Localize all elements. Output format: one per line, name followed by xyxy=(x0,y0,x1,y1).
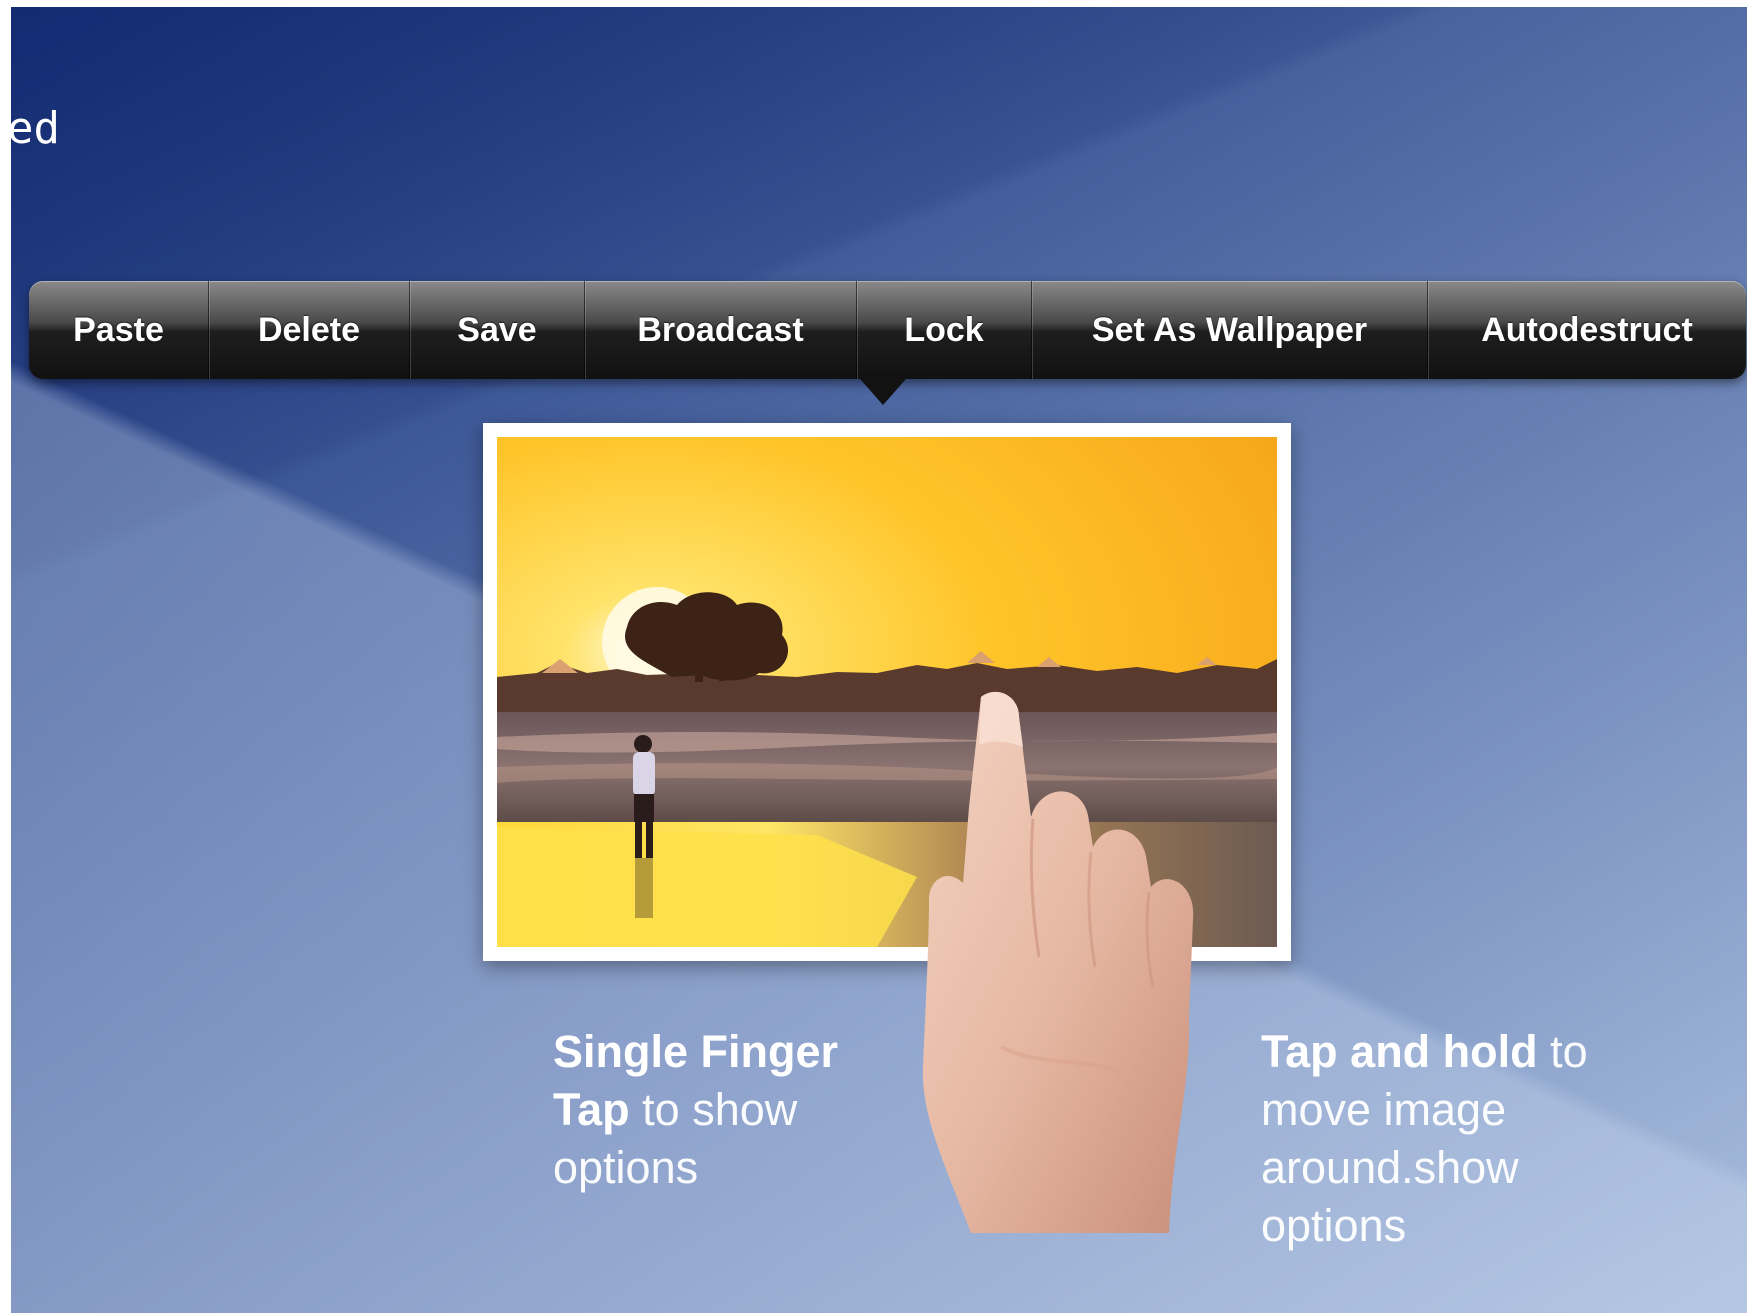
menu-item-lock[interactable]: Lock xyxy=(857,281,1032,379)
screen-background: ed Paste Delete Save Broadcast Lock Set … xyxy=(11,7,1747,1313)
caption-left-bold-1: Single Finger xyxy=(553,1026,839,1077)
caption-right-text-3: around.show xyxy=(1261,1142,1519,1193)
menu-item-paste[interactable]: Paste xyxy=(29,281,209,379)
pointing-hand-image xyxy=(922,691,1194,1233)
caption-single-finger-tap: Single Finger Tap to show options xyxy=(553,1023,953,1197)
menu-item-broadcast[interactable]: Broadcast xyxy=(585,281,857,379)
context-menu-bar: Paste Delete Save Broadcast Lock Set As … xyxy=(29,281,1746,379)
caption-tap-and-hold: Tap and hold to move image around.show o… xyxy=(1261,1023,1681,1255)
caption-right-text-4: options xyxy=(1261,1200,1407,1251)
caption-left-bold-2: Tap xyxy=(553,1084,630,1135)
caption-left-text-2: options xyxy=(553,1142,699,1193)
menu-item-save[interactable]: Save xyxy=(410,281,585,379)
menu-item-delete[interactable]: Delete xyxy=(209,281,410,379)
partial-title-text: ed xyxy=(11,103,60,154)
caption-left-text-1: to show xyxy=(629,1084,798,1135)
caption-right-bold-1: Tap and hold xyxy=(1261,1026,1538,1077)
menu-item-set-as-wallpaper[interactable]: Set As Wallpaper xyxy=(1032,281,1428,379)
caption-right-text-2: move image xyxy=(1261,1084,1507,1135)
menu-item-autodestruct[interactable]: Autodestruct xyxy=(1428,281,1746,379)
menu-pointer-arrow xyxy=(860,379,906,405)
caption-right-text-1: to xyxy=(1537,1026,1588,1077)
